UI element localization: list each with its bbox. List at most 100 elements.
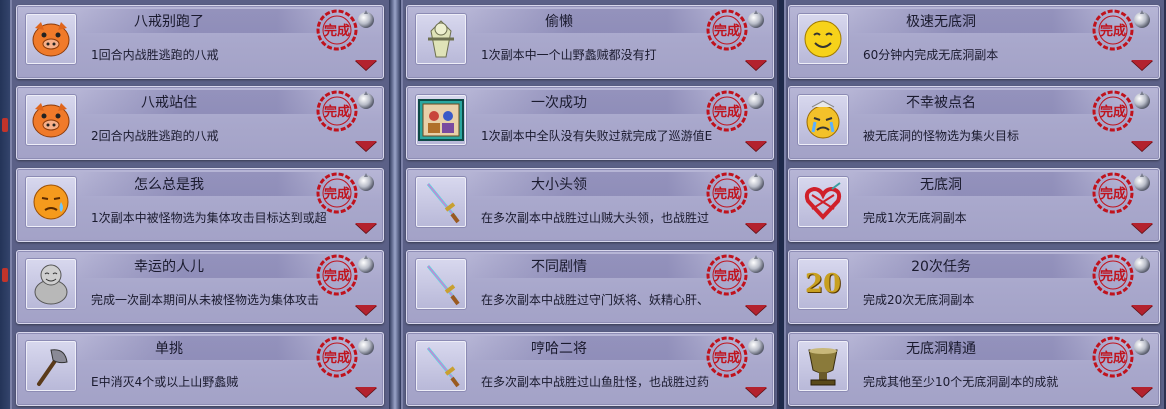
pig-face-icon xyxy=(25,94,77,146)
achievement-title: 不同剧情 xyxy=(531,259,587,275)
expand-arrow-icon[interactable] xyxy=(355,387,377,397)
completed-stamp-icon: 完成 xyxy=(315,171,359,215)
completed-stamp-icon: 完成 xyxy=(1091,335,1135,379)
expand-arrow-icon[interactable] xyxy=(745,223,767,233)
achievement-title: 哼哈二将 xyxy=(531,341,587,357)
crying-face-icon xyxy=(797,94,849,146)
pearl-icon xyxy=(745,253,767,275)
achievement-card[interactable]: 偷懒 1次副本中一个山野蠡贼都没有打 完成 xyxy=(406,5,774,79)
achievement-description: 完成其他至少10个无底洞副本的成就 xyxy=(863,375,1059,389)
completed-stamp-icon: 完成 xyxy=(1091,8,1135,52)
achievement-title: 八戒别跑了 xyxy=(134,14,204,30)
expand-arrow-icon[interactable] xyxy=(745,305,767,315)
achievement-title: 偷懒 xyxy=(545,14,573,30)
expand-arrow-icon[interactable] xyxy=(1131,305,1153,315)
achievement-title: 无底洞精通 xyxy=(906,341,976,357)
expand-arrow-icon[interactable] xyxy=(745,141,767,151)
expand-arrow-icon[interactable] xyxy=(355,141,377,151)
chalice-icon xyxy=(797,340,849,392)
svg-text:完成: 完成 xyxy=(1100,23,1126,39)
pearl-icon xyxy=(1131,171,1153,193)
achievement-description: 在多次副本中战胜过守门妖将、妖精心肝、 xyxy=(481,293,710,307)
achievement-description: 完成1次无底洞副本 xyxy=(863,211,967,225)
red-marker xyxy=(2,118,8,132)
pearl-icon xyxy=(355,171,377,193)
pearl-icon xyxy=(1131,253,1153,275)
expand-arrow-icon[interactable] xyxy=(1131,387,1153,397)
completed-stamp-icon: 完成 xyxy=(1091,171,1135,215)
expand-arrow-icon[interactable] xyxy=(1131,141,1153,151)
achievement-description: 1次副本中被怪物选为集体攻击目标达到或超 xyxy=(91,211,327,225)
achievement-title: 极速无底洞 xyxy=(906,14,976,30)
achievement-card[interactable]: 无底洞精通完成其他至少10个无底洞副本的成就 完成 xyxy=(788,332,1160,406)
achievement-card[interactable]: 幸运的人儿 完成一次副本期间从未被怪物选为集体攻击 完成 xyxy=(16,250,384,324)
expand-arrow-icon[interactable] xyxy=(1131,223,1153,233)
completed-stamp-icon: 完成 xyxy=(315,8,359,52)
svg-text:完成: 完成 xyxy=(324,350,350,366)
expand-arrow-icon[interactable] xyxy=(355,305,377,315)
scarecrow-icon xyxy=(415,13,467,65)
completed-stamp-icon: 完成 xyxy=(1091,89,1135,133)
sword-icon xyxy=(415,258,467,310)
achievement-card[interactable]: 单挑 E中消灭4个或以上山野蠡贼 完成 xyxy=(16,332,384,406)
svg-text:完成: 完成 xyxy=(1100,104,1126,120)
completed-stamp-icon: 完成 xyxy=(315,253,359,297)
expand-arrow-icon[interactable] xyxy=(745,387,767,397)
completed-stamp-icon: 完成 xyxy=(705,253,749,297)
pearl-icon xyxy=(745,335,767,357)
svg-text:完成: 完成 xyxy=(714,268,740,284)
achievement-title: 单挑 xyxy=(155,341,183,357)
pearl-icon xyxy=(355,89,377,111)
pig-face-icon xyxy=(25,13,77,65)
achievement-description: 2回合内战胜逃跑的八戒 xyxy=(91,129,219,143)
pearl-icon xyxy=(355,253,377,275)
pearl-icon xyxy=(355,8,377,30)
pearl-icon xyxy=(1131,335,1153,357)
achievement-card[interactable]: 大小头领 在多次副本中战胜过山贼大头领，也战胜过 完成 xyxy=(406,168,774,242)
completed-stamp-icon: 完成 xyxy=(705,335,749,379)
heart-knot-icon xyxy=(797,176,849,228)
expand-arrow-icon[interactable] xyxy=(355,60,377,70)
completed-stamp-icon: 完成 xyxy=(705,8,749,52)
achievement-card[interactable]: 怎么总是我 1次副本中被怪物选为集体攻击目标达到或超 完成 xyxy=(16,168,384,242)
achievement-title: 不幸被点名 xyxy=(906,95,976,111)
achievement-description: E中消灭4个或以上山野蠡贼 xyxy=(91,375,239,389)
team-portrait-icon xyxy=(415,94,467,146)
completed-stamp-icon: 完成 xyxy=(1091,253,1135,297)
svg-text:完成: 完成 xyxy=(324,268,350,284)
expand-arrow-icon[interactable] xyxy=(1131,60,1153,70)
achievement-title: 一次成功 xyxy=(531,95,587,111)
achievement-card[interactable]: 极速无底洞 60分钟内完成无底洞副本 完成 xyxy=(788,5,1160,79)
achievement-card[interactable]: 八戒站住 2回合内战胜逃跑的八戒 完成 xyxy=(16,86,384,160)
completed-stamp-icon: 完成 xyxy=(315,335,359,379)
achievement-title: 无底洞 xyxy=(920,177,962,193)
achievement-card[interactable]: 八戒别跑了 1回合内战胜逃跑的八戒 完成 xyxy=(16,5,384,79)
smiley-face-icon xyxy=(797,13,849,65)
expand-arrow-icon[interactable] xyxy=(745,60,767,70)
achievement-card[interactable]: 哼哈二将 在多次副本中战胜过山鱼肚怪，也战胜过药 完成 xyxy=(406,332,774,406)
icon-number-label: 20 xyxy=(804,269,842,299)
completed-stamp-icon: 完成 xyxy=(705,171,749,215)
svg-text:完成: 完成 xyxy=(714,350,740,366)
achievement-card[interactable]: 无底洞完成1次无底洞副本 完成 xyxy=(788,168,1160,242)
achievement-card[interactable]: 不同剧情在多次副本中战胜过守门妖将、妖精心肝、 完成 xyxy=(406,250,774,324)
achievement-card[interactable]: 一次成功 1次副本中全队没有失败过就完成了巡游值E 完成 xyxy=(406,86,774,160)
sweat-face-icon xyxy=(25,176,77,228)
svg-text:完成: 完成 xyxy=(1100,186,1126,202)
sword-icon xyxy=(415,340,467,392)
achievement-description: 在多次副本中战胜过山贼大头领，也战胜过 xyxy=(481,211,710,225)
achievement-description: 1回合内战胜逃跑的八戒 xyxy=(91,48,219,62)
pearl-icon xyxy=(1131,8,1153,30)
achievement-card[interactable]: 不幸被点名被无底洞的怪物选为集火目标 完成 xyxy=(788,86,1160,160)
sword-icon xyxy=(415,176,467,228)
svg-text:完成: 完成 xyxy=(1100,350,1126,366)
achievement-description: 1次副本中全队没有失败过就完成了巡游值E xyxy=(481,129,713,143)
achievement-description: 60分钟内完成无底洞副本 xyxy=(863,48,999,62)
expand-arrow-icon[interactable] xyxy=(355,223,377,233)
column-divider xyxy=(389,0,401,409)
achievement-title: 怎么总是我 xyxy=(134,177,204,193)
svg-text:完成: 完成 xyxy=(714,104,740,120)
svg-text:完成: 完成 xyxy=(324,186,350,202)
achievement-card[interactable]: 20 20次任务 完成20次无底洞副本 完成 xyxy=(788,250,1160,324)
achievement-description: 被无底洞的怪物选为集火目标 xyxy=(863,129,1020,143)
